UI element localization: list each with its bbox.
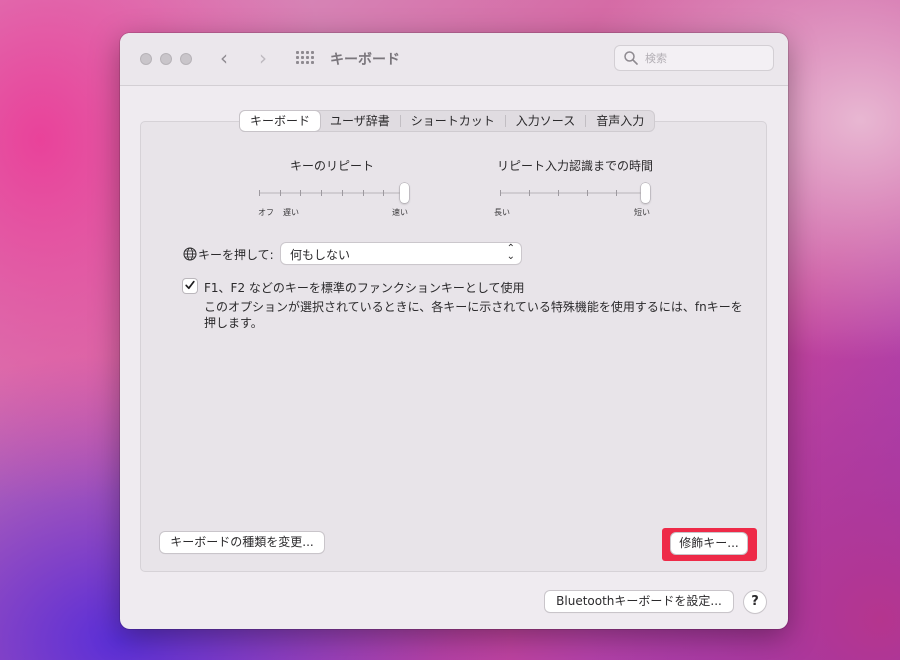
slider-tick [362,190,364,196]
slider-tick [500,190,501,196]
globe-key-selected-value: 何もしない [290,248,351,262]
show-all-grid-icon[interactable] [296,51,316,67]
fn-keys-checkbox[interactable] [183,279,197,293]
globe-key-label: キーを押して: [198,248,274,262]
key-repeat-track [259,192,404,194]
tab-content-panel [140,121,767,572]
key-repeat-label: キーのリピート [290,159,375,173]
slider-tick [616,190,617,196]
delay-until-repeat-label: リピート入力認識までの時間 [497,159,654,173]
globe-key-action-select[interactable]: 何もしない ⌃ ⌄ [281,243,521,264]
key-repeat-slow-label: 遅い [283,208,299,217]
slider-tick [341,190,343,196]
slider-tick [279,190,281,196]
keyboard-preferences-window: ‹ › キーボード キーボード ユーザ辞書 ショートカット 入力ソース 音声入力… [120,33,788,629]
fn-keys-description: このオプションが選択されているときに、各キーに示されている特殊機能を使用するには… [204,300,743,330]
search-field[interactable] [614,45,774,71]
change-keyboard-type-button[interactable]: キーボードの種類を変更... [160,532,324,553]
slider-tick [321,190,323,196]
tab-shortcuts[interactable]: ショートカット [401,111,505,131]
delay-long-label: 長い [494,208,510,217]
tab-dictation[interactable]: 音声入力 [586,111,654,131]
slider-tick [529,190,530,196]
delay-until-repeat-track [500,192,645,194]
delay-until-repeat-slider-thumb[interactable] [641,183,650,203]
key-repeat-off-label: オフ [258,208,274,217]
tab-input-sources[interactable]: 入力ソース [506,111,585,131]
checkmark-icon [185,280,195,290]
slider-tick [259,190,260,196]
title-bar: ‹ › キーボード [120,33,788,86]
setup-bluetooth-keyboard-button[interactable]: Bluetoothキーボードを設定... [545,591,733,612]
back-arrow-icon[interactable]: ‹ [220,47,228,69]
delay-short-label: 短い [634,208,650,217]
slider-tick [587,190,588,196]
close-window-button[interactable] [140,53,152,65]
tab-bar: キーボード ユーザ辞書 ショートカット 入力ソース 音声入力 [239,110,656,132]
zoom-window-button[interactable] [180,53,192,65]
minimize-window-button[interactable] [160,53,172,65]
slider-tick [558,190,559,196]
slider-tick [383,190,385,196]
key-repeat-fast-label: 速い [392,208,408,217]
tab-user-dictionary[interactable]: ユーザ辞書 [320,111,400,131]
updown-chevron-icon: ⌃ ⌄ [506,243,515,262]
slider-tick [300,190,302,196]
forward-arrow-icon[interactable]: › [259,47,267,69]
search-icon [624,51,638,65]
fn-keys-label: F1、F2 などのキーを標準のファンクションキーとして使用 [204,281,525,295]
globe-icon [183,247,197,261]
modifier-keys-button[interactable]: 修飾キー... [671,533,747,554]
tab-keyboard[interactable]: キーボード [240,111,321,131]
help-button[interactable]: ? [744,591,766,613]
search-input[interactable] [645,50,765,66]
key-repeat-slider-thumb[interactable] [400,183,409,203]
window-title: キーボード [330,52,400,68]
